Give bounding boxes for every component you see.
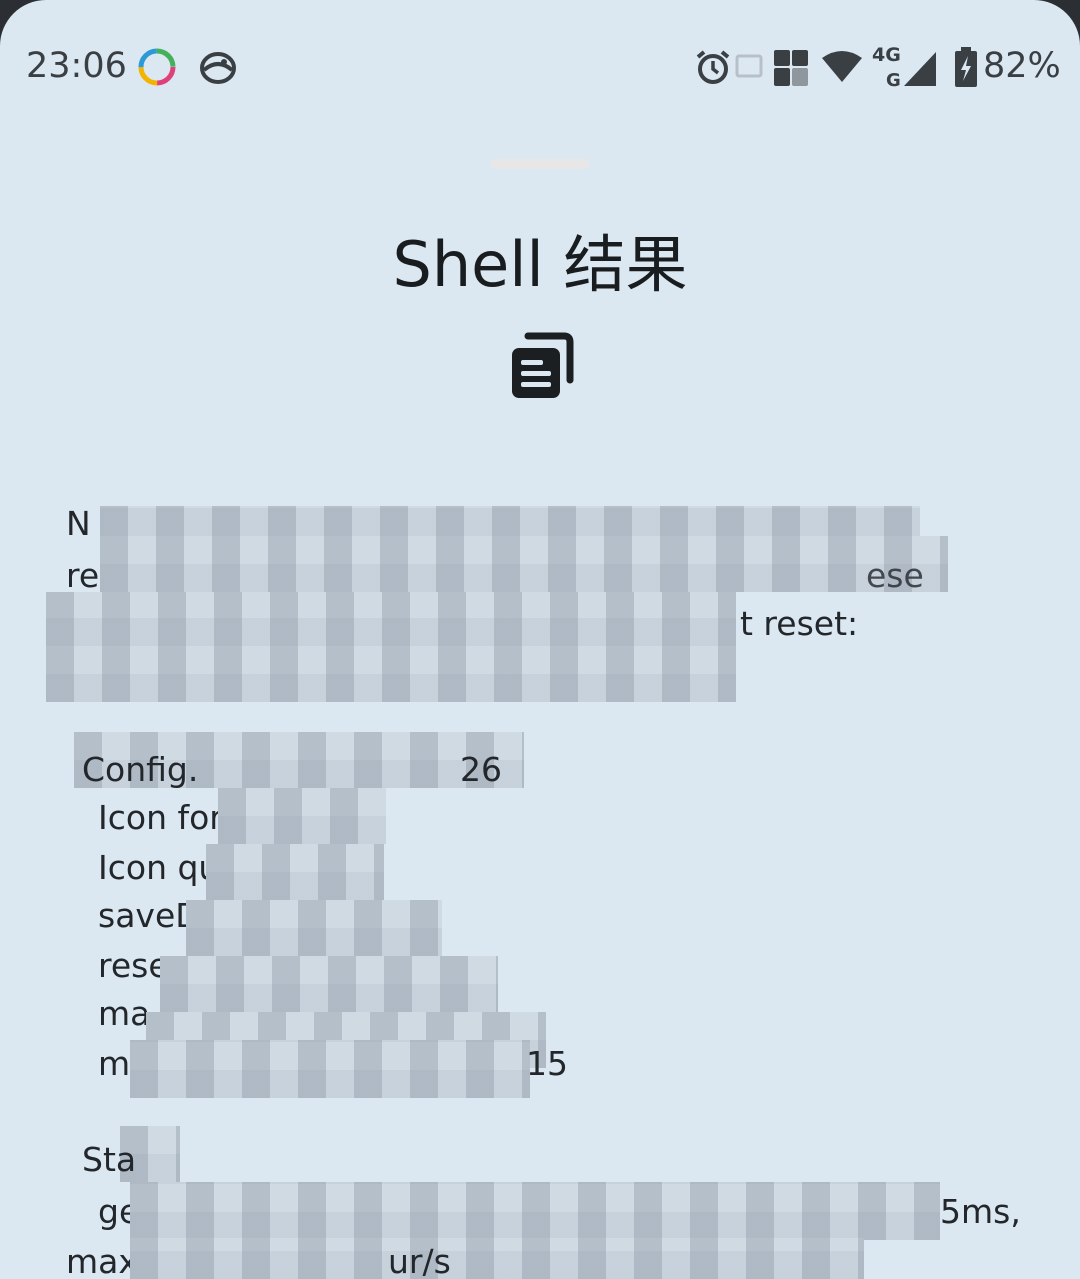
output-line-11-start: m — [98, 1044, 131, 1083]
battery-charging-icon — [955, 47, 977, 87]
svg-text:G: G — [886, 70, 901, 88]
status-bar: 23:06 4G G 82% — [0, 40, 1080, 96]
face-app-icon — [200, 52, 236, 84]
sheet-title: Shell 结果 — [392, 228, 688, 301]
redacted-block — [130, 1182, 940, 1240]
output-line-14-end: 5ms, — [940, 1192, 1021, 1231]
output-line-3-end: t reset: — [740, 604, 859, 643]
redacted-block — [130, 1040, 530, 1098]
copy-button[interactable] — [506, 332, 574, 402]
redacted-block — [186, 900, 442, 956]
signal-icon: G — [886, 52, 936, 88]
shell-result-sheet: 23:06 4G G 82% Shell 结果 N re ese t reset… — [0, 0, 1080, 1279]
redacted-block — [218, 788, 386, 844]
shell-output: N re ese t reset: Config. 26 Icon for Ic… — [0, 500, 1080, 1279]
redacted-block — [100, 506, 920, 536]
wifi-icon — [822, 51, 862, 82]
redacted-block — [46, 592, 736, 702]
output-line-5-start: Config. — [82, 750, 199, 789]
output-line-5-mid: 26 — [460, 750, 502, 789]
output-line-15-start: max — [66, 1242, 138, 1279]
alarm-icon — [696, 50, 730, 84]
status-time: 23:06 — [26, 46, 127, 86]
output-line-6-start: Icon for — [98, 798, 223, 837]
copy-icon — [512, 332, 574, 398]
output-line-2-end: ese — [866, 556, 924, 595]
drag-handle[interactable] — [490, 159, 590, 169]
output-line-13-start: Sta — [82, 1140, 137, 1179]
output-line-2-start: re — [66, 556, 100, 595]
redacted-block — [100, 536, 948, 592]
output-line-1-start: N — [66, 504, 91, 543]
redacted-block — [206, 844, 384, 900]
output-line-11-end: 15 — [526, 1044, 568, 1083]
cast-icon — [735, 54, 763, 78]
output-line-15-mid: ur/s — [388, 1242, 451, 1279]
redacted-block — [130, 1238, 864, 1279]
output-line-7-start: Icon qu — [98, 848, 220, 887]
redacted-block — [160, 956, 498, 1012]
battery-percent: 82% — [983, 46, 1061, 86]
hd-sim-icon — [774, 50, 808, 86]
output-line-10-start: ma — [98, 994, 151, 1033]
output-line-9-start: rese — [98, 946, 169, 985]
app-ring-icon — [138, 48, 176, 86]
